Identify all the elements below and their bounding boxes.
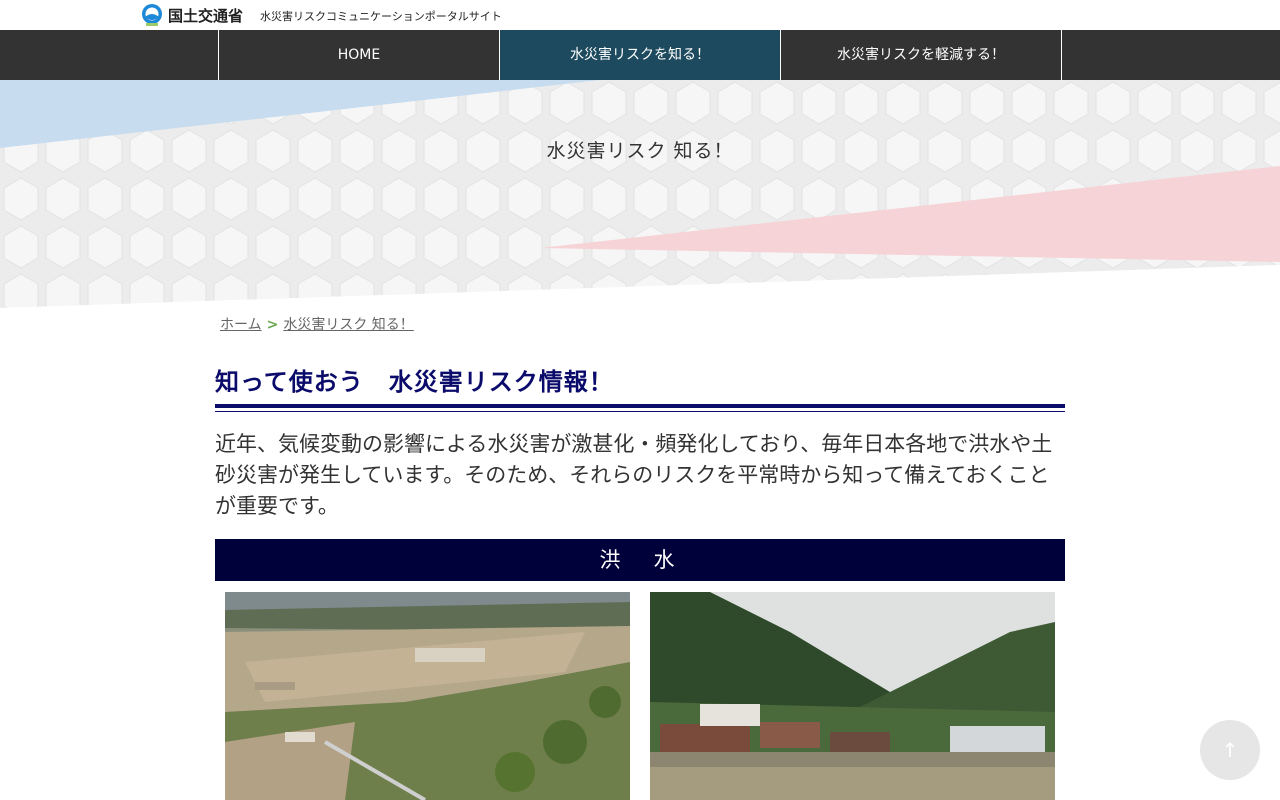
- nav-know-risk[interactable]: 水災害リスクを知る！: [499, 30, 780, 80]
- heading-rule: [215, 404, 1065, 408]
- nav-home[interactable]: HOME: [218, 30, 499, 80]
- ministry-logo[interactable]: 国土交通省: [140, 3, 243, 27]
- ministry-logo-text: 国土交通省: [168, 6, 244, 25]
- breadcrumb: ホーム > 水災害リスク 知る！: [220, 314, 414, 334]
- site-title: 水災害リスクコミュニケーションポータルサイト: [260, 10, 502, 23]
- flood-photo-aerial[interactable]: [225, 592, 630, 800]
- breadcrumb-home-link[interactable]: ホーム: [220, 317, 262, 333]
- mlit-logo-icon: [142, 4, 162, 26]
- main-nav: HOME 水災害リスクを知る！ 水災害リスクを軽減する！: [0, 30, 1280, 80]
- breadcrumb-separator: >: [266, 317, 279, 333]
- top-bar: 国土交通省 水災害リスクコミュニケーションポータルサイト: [0, 0, 1280, 30]
- back-to-top-button[interactable]: ↑: [1200, 720, 1260, 780]
- nav-reduce-risk[interactable]: 水災害リスクを軽減する！: [780, 30, 1062, 80]
- intro-text: 近年、気候変動の影響による水災害が激甚化・頻発化しており、毎年日本各地で洪水や土…: [215, 432, 1053, 518]
- page-heading: 知って使おう 水災害リスク情報！: [215, 368, 614, 396]
- section-title-flood: 洪 水: [215, 539, 1065, 581]
- hero-background: [0, 80, 1280, 310]
- flood-photo-village[interactable]: [650, 592, 1055, 800]
- hero-banner: 水災害リスク 知る！: [0, 80, 1280, 310]
- heading-rule-thin: [215, 411, 1065, 412]
- hero-title: 水災害リスク 知る！: [546, 140, 734, 162]
- breadcrumb-current-link[interactable]: 水災害リスク 知る！: [283, 317, 413, 333]
